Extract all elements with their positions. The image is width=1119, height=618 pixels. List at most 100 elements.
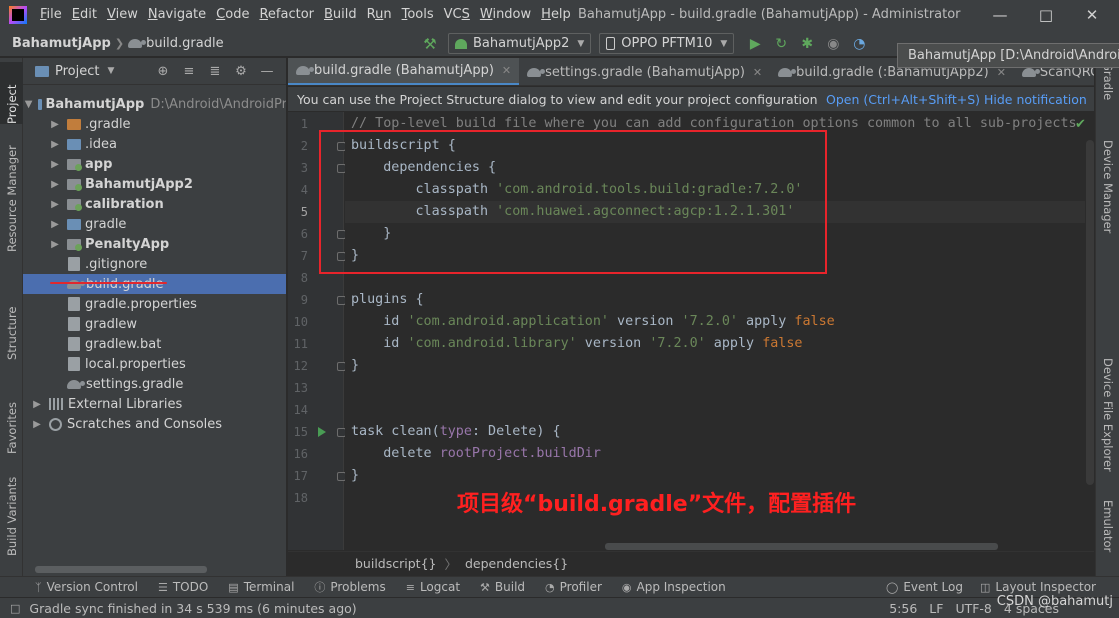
tree-item[interactable]: gradlew xyxy=(23,314,286,334)
profile-icon[interactable]: ◔ xyxy=(846,36,872,52)
menu-file[interactable]: File xyxy=(35,0,67,30)
open-project-structure-link[interactable]: Open (Ctrl+Alt+Shift+S) xyxy=(826,92,980,107)
maximize-icon[interactable]: □ xyxy=(1023,0,1069,30)
chevron-down-icon[interactable]: ▼ xyxy=(107,66,114,76)
expand-arrow-icon[interactable]: ▼ xyxy=(25,99,33,110)
menu-help[interactable]: Help xyxy=(536,0,576,30)
line-separator[interactable]: LF xyxy=(929,601,943,616)
file-icon xyxy=(68,257,80,271)
collapse-arrow-icon[interactable]: ▶ xyxy=(49,219,61,230)
tree-item[interactable]: local.properties xyxy=(23,354,286,374)
make-project-icon[interactable]: ⚒ xyxy=(422,36,438,52)
menu-run[interactable]: Run xyxy=(362,0,397,30)
project-panel-header: Project ▼ ⊕ ≡ ≣ ⚙ — xyxy=(23,58,286,85)
tree-item[interactable]: build.gradle xyxy=(23,274,286,294)
debug-icon[interactable]: ✱ xyxy=(794,36,820,52)
tree-item[interactable]: settings.gradle xyxy=(23,374,286,394)
collapse-arrow-icon[interactable]: ▶ xyxy=(49,159,61,170)
breadcrumb-dependencies[interactable]: dependencies{} xyxy=(465,556,568,571)
tree-item[interactable]: ▶ Scratches and Consoles xyxy=(23,414,286,434)
tree-item[interactable]: gradlew.bat xyxy=(23,334,286,354)
tree-item[interactable]: ▶ .gradle xyxy=(23,114,286,134)
tool-tab-device-file-explorer[interactable]: Device File Explorer xyxy=(1096,358,1119,488)
no-problems-check-icon[interactable]: ✔ xyxy=(1075,117,1086,132)
run-icon[interactable]: ▶ xyxy=(742,36,768,52)
close-icon[interactable]: ✕ xyxy=(1069,0,1115,30)
minimize-icon[interactable]: — xyxy=(977,0,1023,30)
close-tab-icon[interactable]: ✕ xyxy=(753,66,762,79)
tree-item[interactable]: ▶ .idea xyxy=(23,134,286,154)
file-encoding[interactable]: UTF-8 xyxy=(955,601,991,616)
menu-view[interactable]: View xyxy=(102,0,143,30)
status-message[interactable]: Gradle sync finished in 34 s 539 ms (6 m… xyxy=(29,601,356,616)
apply-changes-icon[interactable]: ↻ xyxy=(768,36,794,52)
collapse-arrow-icon[interactable]: ▶ xyxy=(49,179,61,190)
collapse-arrow-icon[interactable]: ▶ xyxy=(49,139,61,150)
tree-item[interactable]: ▶ External Libraries xyxy=(23,394,286,414)
tool-event-log[interactable]: ◯ Event Log xyxy=(886,580,963,594)
tree-item[interactable]: ▶ calibration xyxy=(23,194,286,214)
collapse-arrow-icon[interactable]: ▶ xyxy=(49,119,61,130)
collapse-arrow-icon[interactable]: ▶ xyxy=(49,239,61,250)
tool-todo[interactable]: ☰ TODO xyxy=(158,580,208,594)
tool-version-control[interactable]: ᛉ Version Control xyxy=(35,580,138,594)
menu-refactor[interactable]: Refactor xyxy=(254,0,319,30)
tree-item[interactable]: ▶ PenaltyApp xyxy=(23,234,286,254)
tool-profiler[interactable]: ◔ Profiler xyxy=(545,580,602,594)
tool-terminal[interactable]: ▤ Terminal xyxy=(228,580,294,594)
collapse-arrow-icon[interactable]: ▶ xyxy=(31,419,43,430)
hide-notification-link[interactable]: Hide notification xyxy=(984,92,1087,107)
tree-item[interactable]: ▶ gradle xyxy=(23,214,286,234)
tool-layout-inspector[interactable]: ◫ Layout Inspector xyxy=(980,580,1096,594)
menu-window[interactable]: Window xyxy=(475,0,536,30)
horizontal-scrollbar[interactable] xyxy=(35,566,207,573)
collapse-arrow-icon[interactable]: ▶ xyxy=(49,199,61,210)
tool-tab-emulator[interactable]: Emulator xyxy=(1096,500,1119,566)
tree-item[interactable]: ▶ BahamutjApp2 xyxy=(23,174,286,194)
collapse-arrow-icon[interactable]: ▶ xyxy=(31,399,43,410)
gear-icon[interactable]: ⚙ xyxy=(228,64,254,79)
menu-vcs[interactable]: VCS xyxy=(439,0,475,30)
tool-tab-favorites[interactable]: Favorites xyxy=(0,384,23,454)
tool-tab-resource-manager[interactable]: Resource Manager xyxy=(0,140,23,252)
editor-tab[interactable]: settings.gradle (BahamutjApp) ✕ xyxy=(519,58,770,85)
menu-code[interactable]: Code xyxy=(211,0,254,30)
tool-build[interactable]: ⚒ Build xyxy=(480,580,525,594)
folder-icon xyxy=(67,218,81,230)
locate-file-icon[interactable]: ⊕ xyxy=(150,64,176,79)
run-task-icon[interactable] xyxy=(318,427,326,437)
menu-edit[interactable]: Edit xyxy=(67,0,102,30)
nav-file[interactable]: build.gradle xyxy=(124,36,228,51)
tree-item[interactable]: gradle.properties xyxy=(23,294,286,314)
run-config-select[interactable]: BahamutjApp2 ▼ xyxy=(448,33,592,54)
device-select[interactable]: OPPO PFTM10 ▼ xyxy=(599,33,735,54)
status-panel-icon[interactable]: □ xyxy=(10,602,20,615)
tree-item[interactable]: ▼ BahamutjApp D:\Android\AndroidPr xyxy=(23,94,286,114)
tool-tab-gradle[interactable]: Gradle xyxy=(1096,62,1119,122)
menu-build[interactable]: Build xyxy=(319,0,362,30)
menu-navigate[interactable]: Navigate xyxy=(143,0,211,30)
vertical-scrollbar[interactable] xyxy=(1086,140,1094,485)
tool-logcat[interactable]: ≡ Logcat xyxy=(406,580,460,594)
project-view-select[interactable]: Project xyxy=(55,64,99,79)
tree-item-label: PenaltyApp xyxy=(85,236,170,252)
editor-horizontal-scrollbar[interactable] xyxy=(605,543,998,550)
tool-tab-build-variants[interactable]: Build Variants xyxy=(0,470,23,556)
expand-all-icon[interactable]: ≡ xyxy=(176,64,202,79)
tree-item[interactable]: .gitignore xyxy=(23,254,286,274)
editor-tab[interactable]: build.gradle (BahamutjApp) ✕ xyxy=(288,58,520,85)
hide-panel-icon[interactable]: — xyxy=(254,64,280,79)
breadcrumb-buildscript[interactable]: buildscript{} xyxy=(355,556,436,571)
collapse-all-icon[interactable]: ≣ xyxy=(202,64,228,79)
close-tab-icon[interactable]: ✕ xyxy=(502,64,511,77)
tool-tab-project[interactable]: Project xyxy=(0,62,23,124)
menu-tools[interactable]: Tools xyxy=(397,0,439,30)
nav-project[interactable]: BahamutjApp xyxy=(0,36,115,51)
tool-app-inspection[interactable]: ◉ App Inspection xyxy=(622,580,726,594)
tree-item[interactable]: ▶ app xyxy=(23,154,286,174)
tool-problems[interactable]: ⓘ Problems xyxy=(314,579,385,595)
caret-position[interactable]: 5:56 xyxy=(889,601,917,616)
attach-debugger-icon[interactable]: ◉ xyxy=(820,36,846,52)
tool-tab-device-manager[interactable]: Device Manager xyxy=(1096,140,1119,250)
tool-tab-structure[interactable]: Structure xyxy=(0,296,23,361)
